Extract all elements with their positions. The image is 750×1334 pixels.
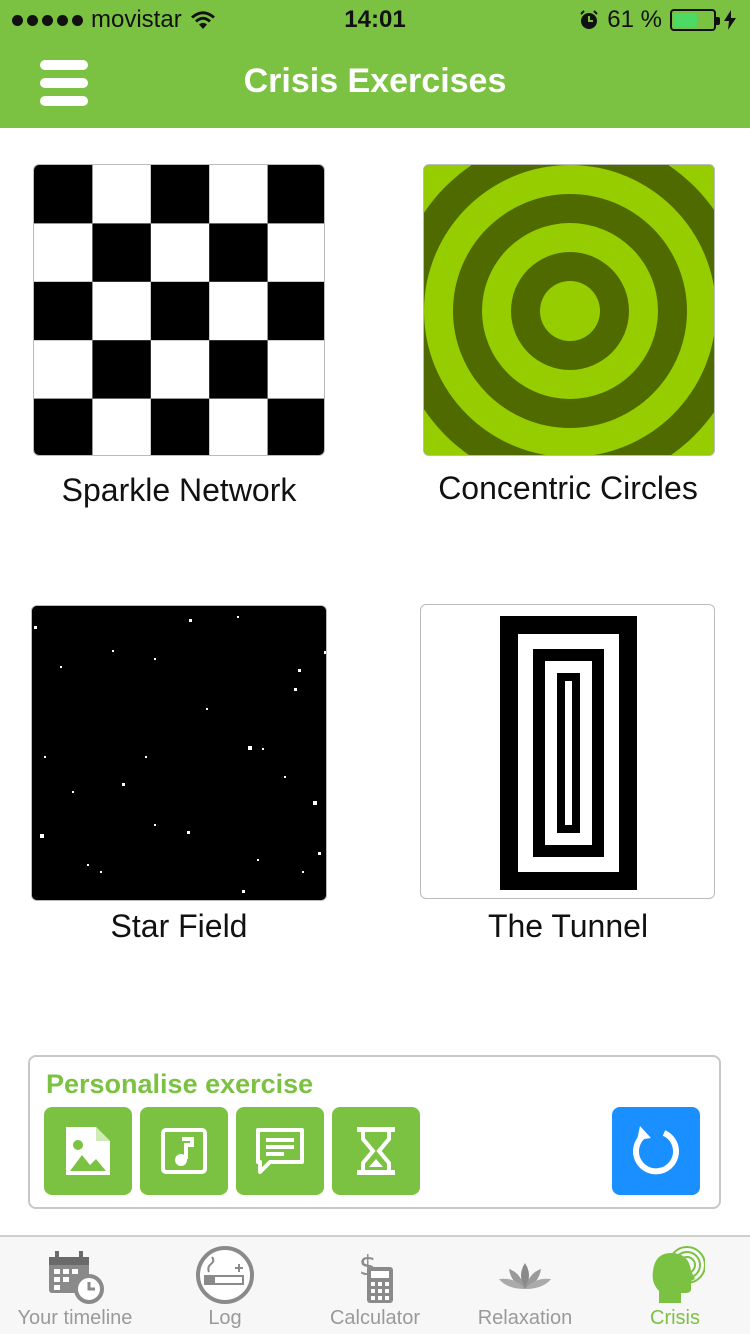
star-field-pattern [32,606,326,900]
top-bar: movistar 14:01 61 % Crisis Exercises [0,0,750,128]
charging-bolt-icon [724,10,736,30]
status-bar: movistar 14:01 61 % [0,0,750,40]
checkerboard-pattern [34,165,324,455]
alarm-clock-icon [580,10,599,29]
tab-label: Relaxation [477,1307,573,1329]
exercise-label[interactable]: The Tunnel [398,908,738,945]
set-duration-button[interactable] [332,1107,420,1195]
tab-relaxation[interactable]: Relaxation [450,1237,600,1334]
add-message-button[interactable] [236,1107,324,1195]
tunnel-thumbnail[interactable] [420,604,715,899]
image-icon [66,1127,110,1175]
tab-label: Calculator [329,1307,421,1329]
tab-label: Crisis [650,1307,700,1329]
message-icon [256,1128,304,1174]
add-music-button[interactable] [140,1107,228,1195]
exercise-label[interactable]: Star Field [9,908,349,945]
personalise-panel: Personalise exercise [28,1055,721,1209]
hourglass-icon [357,1127,395,1175]
head-waves-icon [652,1246,705,1303]
star-field-thumbnail[interactable] [31,605,327,901]
tab-calculator[interactable]: $ Calculator [300,1237,450,1334]
concentric-circles-thumbnail[interactable] [423,164,715,456]
exercise-label[interactable]: Sparkle Network [9,472,349,509]
music-note-icon [161,1128,207,1174]
tab-crisis[interactable]: Crisis [600,1237,750,1334]
refresh-icon [633,1126,679,1175]
tunnel-rectangles-pattern [500,616,637,890]
battery-status: 61 % [579,6,736,34]
cigarette-icon [196,1246,254,1304]
money-calculator-icon: $ [359,1249,393,1303]
reset-button[interactable] [612,1107,700,1195]
exercise-label[interactable]: Concentric Circles [398,470,738,507]
lotus-icon [499,1263,551,1289]
tab-bar: Your timeline Log $ Calculator Relaxatio… [0,1235,750,1334]
tab-your-timeline[interactable]: Your timeline [0,1237,150,1334]
page-title: Crisis Exercises [243,62,507,100]
tab-label: Log [208,1307,242,1329]
battery-percent: 61 % [607,6,662,33]
battery-icon [670,9,720,31]
checkerboard-thumbnail[interactable] [33,164,325,456]
add-image-button[interactable] [44,1107,132,1195]
tab-log[interactable]: Log [150,1237,300,1334]
personalise-title: Personalise exercise [46,1069,314,1099]
tab-label: Your timeline [17,1307,133,1329]
calendar-clock-icon [49,1251,104,1304]
concentric-circles-pattern [424,165,714,455]
